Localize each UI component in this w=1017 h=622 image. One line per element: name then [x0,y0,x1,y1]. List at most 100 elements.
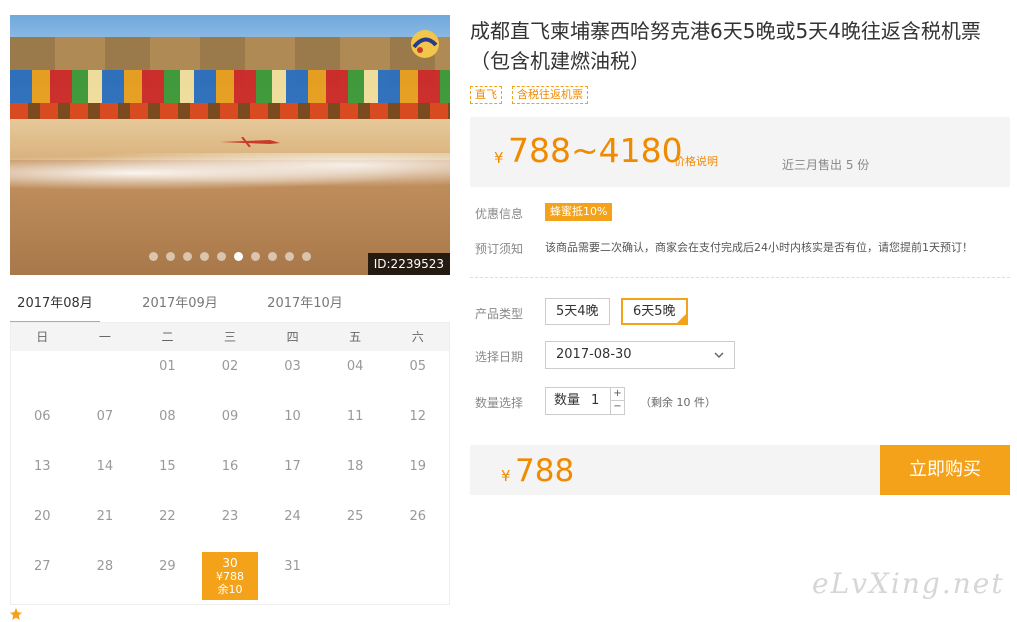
promo-label: 优惠信息 [475,207,524,221]
option-5d4n[interactable]: 5天4晚 [545,298,610,325]
notice-text: 该商品需要二次确认，商家会在支付完成后24小时内核实是否有位，请您提前1天预订！ [545,241,973,254]
calendar-day[interactable]: 22 [136,501,199,551]
promo-badge: 蜂蜜抵10% [545,203,613,221]
product-type-label: 产品类型 [475,307,524,321]
calendar-day-selected[interactable]: 30 ¥788 余10 [199,551,262,601]
calendar-day[interactable]: 20 [11,501,74,551]
calendar-day[interactable]: 05 [386,351,449,401]
calendar-day[interactable]: 03 [261,351,324,401]
quantity-field-label: 数量 [554,393,581,408]
buy-now-button[interactable]: 立即购买 [880,445,1010,495]
calendar: 日 一 二 三 四 五 六 01 02 03 04 05 06 07 08 09 10 11 12 13 14 15 16… [10,322,450,605]
calendar-empty [386,551,449,601]
date-label: 选择日期 [475,350,524,364]
calendar-day[interactable]: 13 [11,451,74,501]
tag-return-ticket: 含税往返机票 [512,86,588,104]
notice-label: 预订须知 [475,242,524,256]
product-title: 成都直飞柬埔寨西哈努克港6天5晚或5天4晚往返含税机票（包含机建燃油税） [470,19,981,73]
beach-umbrellas [10,70,450,105]
total-price: 788 [515,453,575,489]
calendar-day[interactable]: 29 [136,551,199,601]
calendar-day[interactable]: 17 [261,451,324,501]
calendar-day[interactable]: 09 [199,401,262,451]
calendar-day[interactable]: 02 [199,351,262,401]
calendar-day[interactable]: 08 [136,401,199,451]
slide-dot[interactable] [183,252,192,261]
calendar-day[interactable]: 01 [136,351,199,401]
sold-count: 近三月售出 5 份 [782,158,870,172]
image-id: ID:2239523 [367,253,450,275]
calendar-empty [324,551,387,601]
tab-month-oct[interactable]: 2017年10月 [255,292,355,324]
buy-bar: ¥ 788 立即购买 [470,445,1010,495]
watermark: eLvXing.net [812,567,1005,600]
slide-dot[interactable] [217,252,226,261]
selected-day-box[interactable]: 30 ¥788 余10 [201,552,259,600]
day-number: 30 [222,556,238,570]
price-explanation-link[interactable]: 价格说明 [674,153,718,169]
weekday-header: 二 [161,330,174,344]
wave-foam [10,153,450,193]
stepper-buttons: + − [610,388,624,414]
slide-dot[interactable] [268,252,277,261]
tab-month-aug[interactable]: 2017年08月 [10,292,100,324]
price-range: 788~4180 [508,131,683,170]
price-box: ¥ 788~4180 价格说明 近三月售出 5 份 [470,117,1010,187]
star-icon [10,608,22,620]
calendar-day[interactable]: 25 [324,501,387,551]
weekday-header: 四 [286,330,299,344]
quantity-value[interactable]: 1 [591,388,599,414]
calendar-day[interactable]: 06 [11,401,74,451]
product-image[interactable]: ID:2239523 [10,15,450,275]
calendar-day[interactable]: 19 [386,451,449,501]
tag-direct-flight: 直飞 [470,86,502,104]
day-price: ¥788 [215,570,244,583]
slide-dot[interactable] [149,252,158,261]
calendar-day[interactable]: 12 [386,401,449,451]
product-tags: 直飞 含税往返机票 [470,86,588,104]
slide-dot[interactable] [302,252,311,261]
kite-icon [220,137,280,147]
selected-check-icon [676,314,686,323]
slide-dot[interactable] [234,252,243,261]
minus-icon[interactable]: − [611,401,624,414]
weekday-header: 一 [98,330,111,344]
total-currency: ¥ [501,467,511,485]
slide-dot[interactable] [166,252,175,261]
date-value: 2017-08-30 [556,347,632,362]
calendar-day[interactable]: 31 [261,551,324,601]
calendar-day[interactable]: 10 [261,401,324,451]
slide-dot[interactable] [285,252,294,261]
calendar-day[interactable]: 23 [199,501,262,551]
tab-month-sep[interactable]: 2017年09月 [130,292,230,324]
date-select[interactable]: 2017-08-30 [545,341,735,369]
stock-remaining: （剩余 10 件） [640,396,716,409]
option-6d5n[interactable]: 6天5晚 [621,298,688,325]
chevron-down-icon [714,352,724,359]
calendar-day[interactable]: 27 [11,551,74,601]
quantity-stepper[interactable]: 数量 1 + − [545,387,625,415]
calendar-day[interactable]: 18 [324,451,387,501]
calendar-day[interactable]: 07 [74,401,137,451]
calendar-day[interactable]: 21 [74,501,137,551]
quantity-label: 数量选择 [475,396,524,410]
weekday-header: 六 [411,330,424,344]
slide-dot[interactable] [251,252,260,261]
plus-icon[interactable]: + [611,388,624,401]
calendar-day[interactable]: 24 [261,501,324,551]
calendar-day[interactable]: 11 [324,401,387,451]
calendar-day[interactable]: 14 [74,451,137,501]
option-6d5n-label: 6天5晚 [633,304,676,319]
logo-icon [411,30,439,58]
calendar-day[interactable]: 16 [199,451,262,501]
calendar-day[interactable]: 26 [386,501,449,551]
calendar-day[interactable]: 04 [324,351,387,401]
divider [470,277,1010,278]
calendar-day[interactable]: 28 [74,551,137,601]
weekday-header: 五 [349,330,362,344]
price-currency: ¥ [494,149,504,167]
slide-dot[interactable] [200,252,209,261]
day-remaining: 余10 [217,583,243,596]
calendar-day[interactable]: 15 [136,451,199,501]
month-tabs: 2017年08月 2017年09月 2017年10月 [10,292,450,324]
